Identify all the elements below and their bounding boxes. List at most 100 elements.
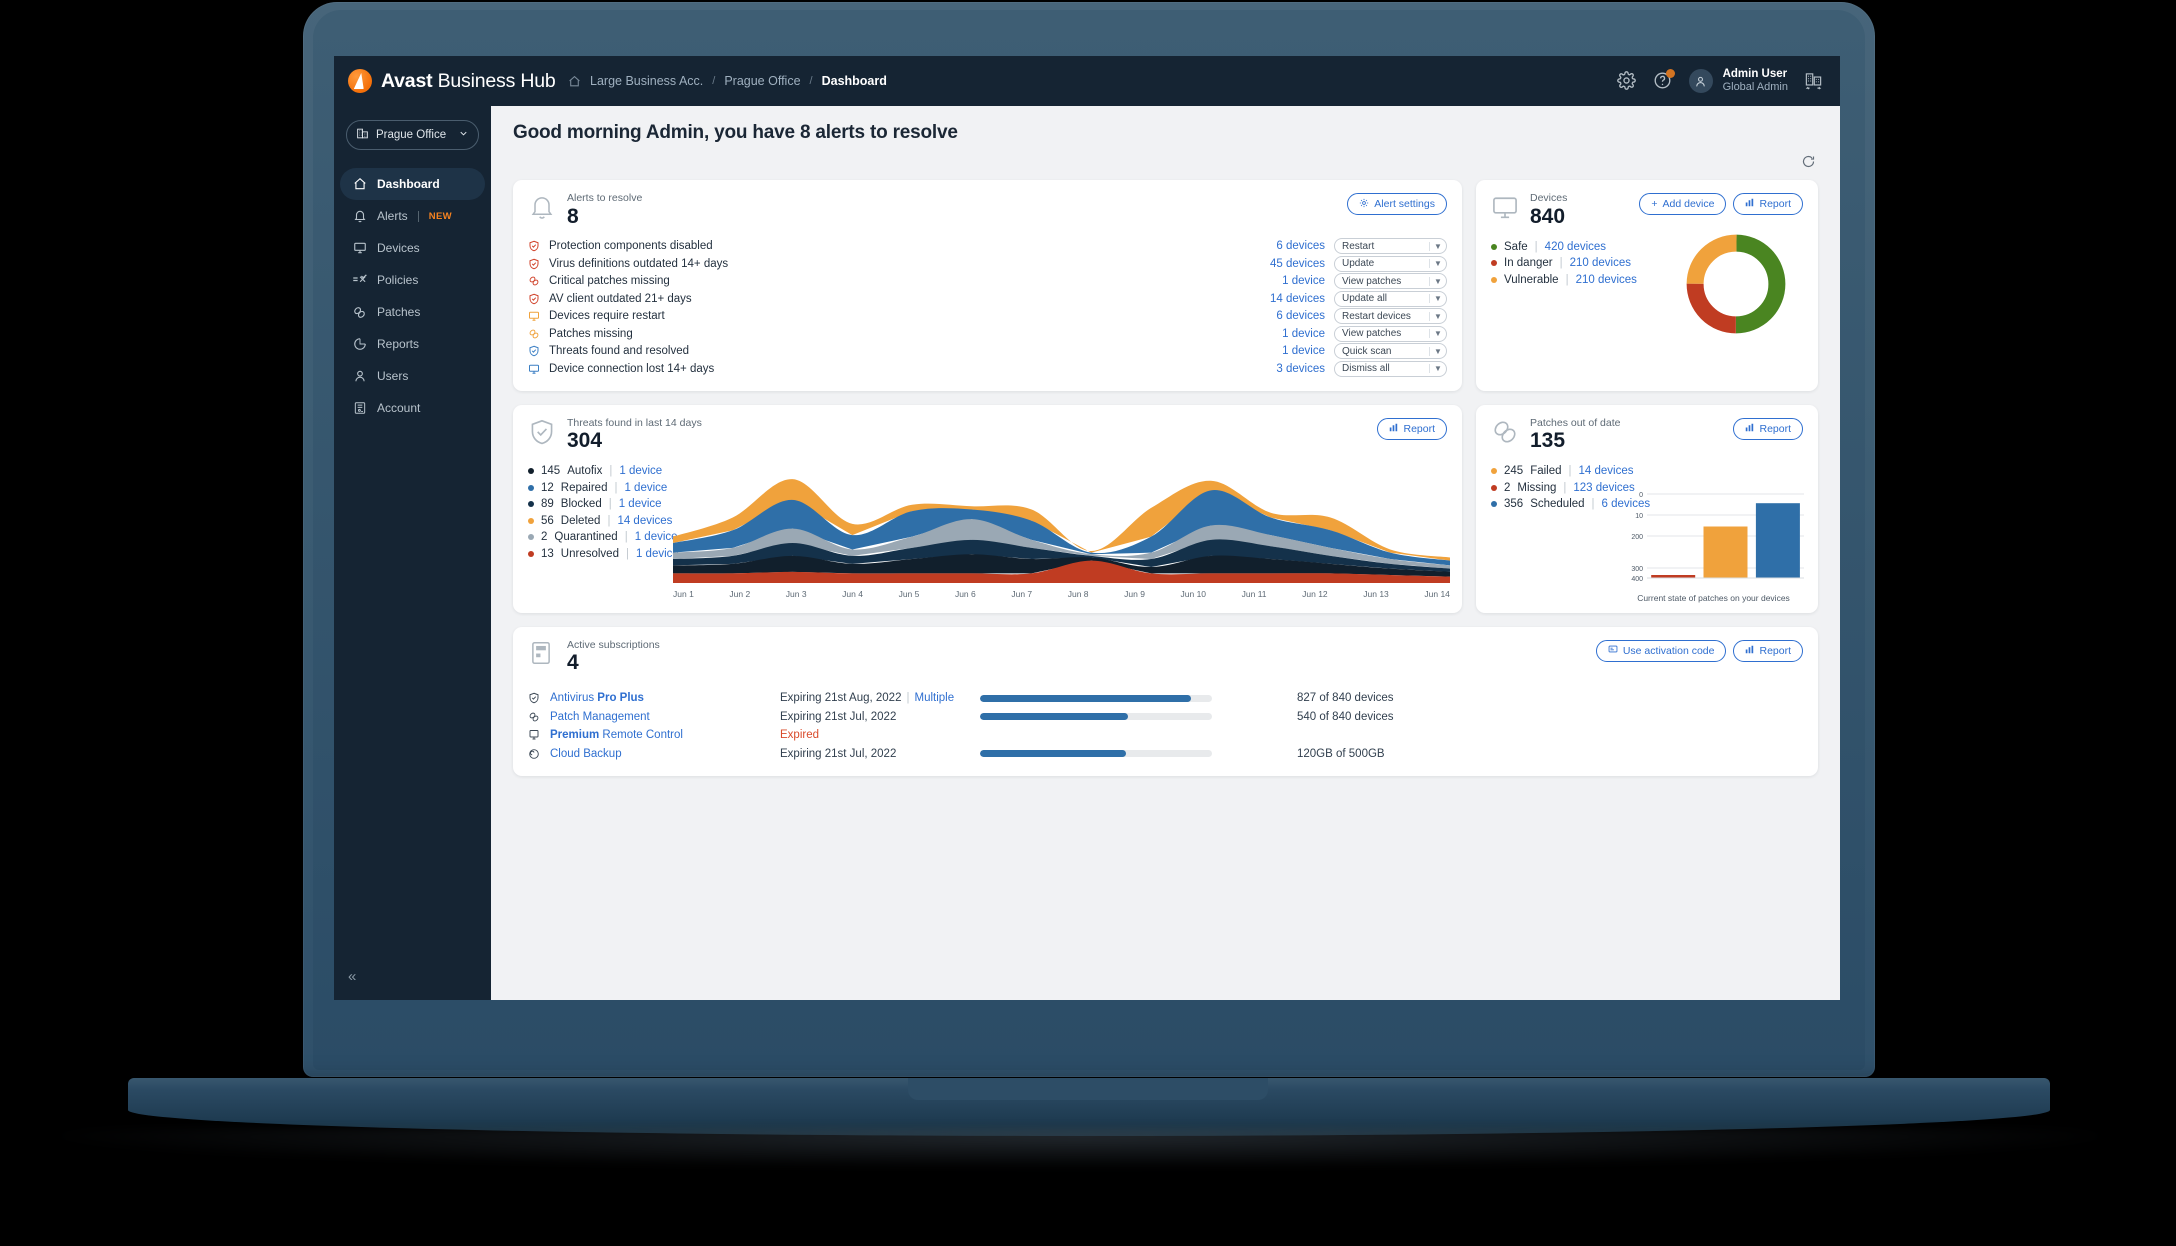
gear-icon[interactable] [1616, 71, 1637, 91]
chevron-down-icon: ▼ [1429, 294, 1446, 304]
brand-logo[interactable]: Avast Business Hub [348, 69, 556, 93]
subscription-name[interactable]: Antivirus Pro Plus [550, 692, 780, 704]
user-info[interactable]: Admin User Global Admin [1723, 67, 1788, 95]
x-tick: Jun 9 [1124, 588, 1145, 599]
sidebar-collapse-button[interactable]: « [348, 969, 356, 984]
home-icon [352, 177, 367, 192]
breadcrumb-item-1[interactable]: Prague Office [724, 74, 800, 88]
legend-device-count[interactable]: 1 device [635, 531, 678, 543]
alert-action-select[interactable]: View patches ▼ [1334, 325, 1447, 342]
sidebar-item-policies[interactable]: Policies [340, 264, 485, 296]
legend-count: 356 [1504, 498, 1524, 511]
legend-dot [1491, 501, 1497, 508]
alert-action-value: View patches [1342, 275, 1402, 287]
add-device-button[interactable]: + Add device [1639, 193, 1727, 215]
use-activation-code-label: Use activation code [1622, 644, 1715, 657]
legend-label: Vulnerable [1504, 273, 1559, 286]
alert-action-select[interactable]: Restart devices ▼ [1334, 308, 1447, 325]
alert-row: Critical patches missing 1 device View p… [528, 273, 1447, 291]
subscriptions-report-button[interactable]: Report [1733, 639, 1803, 662]
svg-text:300: 300 [1631, 566, 1643, 573]
subscription-progress [980, 713, 1212, 721]
alert-device-count[interactable]: 3 devices [1276, 363, 1325, 375]
legend-device-count[interactable]: 1 device [624, 482, 667, 494]
shield-icon [528, 345, 540, 357]
alert-action-select[interactable]: Restart ▼ [1334, 238, 1447, 255]
legend-device-count[interactable]: 1 device [619, 498, 662, 510]
alert-settings-button[interactable]: Alert settings [1347, 193, 1447, 215]
breadcrumb-item-0[interactable]: Large Business Acc. [590, 74, 703, 88]
alert-action-select[interactable]: Update all ▼ [1334, 290, 1447, 307]
subscription-expiry: Expiring 21st Jul, 2022 [780, 747, 897, 760]
screenshot-stage: Avast Business Hub Large Business Acc. /… [0, 0, 2176, 1246]
sidebar-item-reports[interactable]: Reports [340, 328, 485, 360]
legend-dot [528, 534, 534, 541]
alert-device-count[interactable]: 6 devices [1276, 310, 1325, 322]
subscription-expiry: Expiring 21st Aug, 2022 | Multiple [780, 692, 980, 704]
subscriptions-card: Active subscriptions 4 Use activation co… [513, 626, 1818, 777]
legend-dot [528, 484, 534, 491]
breadcrumb-separator: / [712, 75, 716, 87]
sidebar-item-label: Dashboard [377, 177, 440, 191]
laptop-trackpad-notch [908, 1078, 1268, 1100]
legend-label: Safe [1504, 240, 1528, 253]
monitor-icon [528, 310, 540, 322]
alert-name: Patches missing [549, 327, 633, 340]
alert-action-select[interactable]: Quick scan ▼ [1334, 343, 1447, 360]
legend-device-count[interactable]: 1 device [619, 465, 662, 477]
sidebar-item-alerts[interactable]: Alerts NEW [340, 200, 485, 232]
refresh-icon[interactable] [1801, 154, 1816, 174]
subscription-name[interactable]: Patch Management [550, 711, 780, 723]
legend-item: 245 Failed | 14 devices [1491, 463, 1803, 480]
alert-row: AV client outdated 21+ days 14 devices U… [528, 290, 1447, 308]
alert-action-select[interactable]: Update ▼ [1334, 255, 1447, 272]
refresh-row [513, 154, 1816, 174]
subscription-multiple-link[interactable]: Multiple [914, 692, 954, 704]
alert-device-count[interactable]: 45 devices [1270, 258, 1325, 270]
organization-switch-icon[interactable] [1804, 71, 1824, 91]
threats-report-button[interactable]: Report [1377, 417, 1447, 440]
sidebar-item-users[interactable]: Users [340, 360, 485, 392]
alert-device-count[interactable]: 1 device [1282, 345, 1325, 357]
alert-device-count[interactable]: 1 device [1282, 275, 1325, 287]
devices-report-button[interactable]: Report [1733, 193, 1803, 215]
alert-action-value: Quick scan [1342, 345, 1392, 357]
legend-device-count[interactable]: 420 devices [1545, 241, 1606, 253]
patches-report-button[interactable]: Report [1733, 417, 1803, 440]
subscription-progress [980, 750, 1212, 758]
sidebar-item-dashboard[interactable]: Dashboard [340, 168, 485, 200]
alert-device-count[interactable]: 1 device [1282, 328, 1325, 340]
use-activation-code-button[interactable]: Use activation code [1595, 639, 1727, 662]
office-selector[interactable]: Prague Office [346, 120, 479, 150]
help-circle-icon[interactable] [1653, 69, 1675, 91]
avatar[interactable] [1688, 69, 1713, 93]
expiry-text: Expiring 21st Aug, 2022 [780, 692, 902, 705]
subscription-name[interactable]: Cloud Backup [550, 748, 780, 760]
sidebar-item-patches[interactable]: Patches [340, 296, 485, 328]
alert-action-select[interactable]: Dismiss all ▼ [1334, 360, 1447, 377]
card-header: Alerts to resolve 8 Alert settings [528, 192, 1447, 228]
alert-device-count[interactable]: 14 devices [1270, 293, 1325, 305]
legend-device-count[interactable]: 14 devices [617, 515, 672, 527]
legend-device-count[interactable]: 210 devices [1570, 257, 1631, 269]
legend-device-count[interactable]: 14 devices [1579, 465, 1634, 477]
threats-card: Threats found in last 14 days 304 Report [513, 404, 1462, 613]
alert-name: Critical patches missing [549, 275, 670, 288]
divider: | [624, 531, 628, 544]
legend-count: 245 [1504, 465, 1524, 478]
alert-device-count[interactable]: 6 devices [1276, 240, 1325, 252]
alert-action-select[interactable]: View patches ▼ [1334, 273, 1447, 290]
brand-text: Avast Business Hub [381, 70, 556, 93]
sidebar-item-account[interactable]: Account [340, 392, 485, 424]
chevron-down-icon [458, 128, 469, 142]
subscription-name[interactable]: Premium Remote Control [550, 729, 780, 741]
sidebar-item-devices[interactable]: Devices [340, 232, 485, 264]
card-value: 304 [567, 429, 603, 453]
legend-device-count[interactable]: 210 devices [1576, 274, 1637, 286]
main-content: Good morning Admin, you have 8 alerts to… [491, 106, 1840, 1000]
divider: | [607, 514, 611, 527]
legend-label: Repaired [560, 481, 608, 494]
alert-row: Virus definitions outdated 14+ days 45 d… [528, 255, 1447, 273]
subscriptions-report-label: Report [1759, 644, 1791, 657]
alert-row: Protection components disabled 6 devices… [528, 238, 1447, 256]
